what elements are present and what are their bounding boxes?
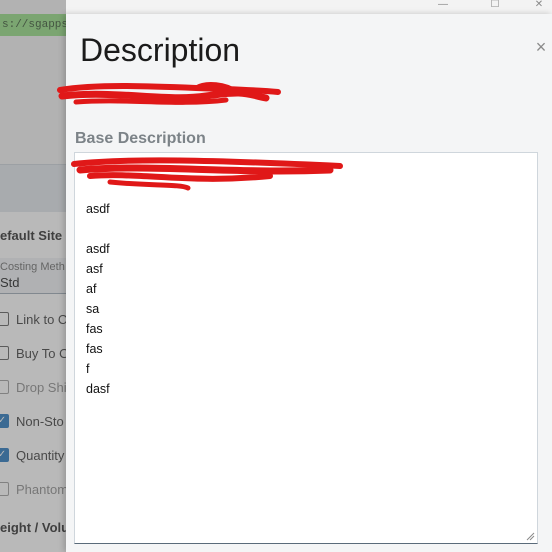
text-line: asdf (86, 242, 110, 256)
field-label-base-description: Base Description (75, 130, 206, 147)
base-description-textarea[interactable]: asdf asdf asf af sa fas fas f dasf (74, 152, 538, 544)
redaction-mark (57, 82, 281, 105)
text-line: sa (86, 302, 100, 316)
text-line: f (86, 362, 90, 376)
window-titlebar: — ☐ ✕ (0, 0, 552, 14)
text-line: asdf (86, 202, 110, 216)
text-line: dasf (86, 382, 110, 396)
redaction-mark (71, 157, 343, 191)
text-line: fas (86, 322, 103, 336)
maximize-icon[interactable]: ☐ (484, 0, 506, 12)
description-dialog: Description × Base Description asdf asdf… (57, 14, 552, 552)
close-window-icon[interactable]: ✕ (528, 0, 550, 12)
text-line: fas (86, 342, 103, 356)
dialog-title: Description (80, 32, 241, 68)
resize-handle-icon[interactable] (526, 532, 535, 541)
text-line (86, 219, 110, 239)
text-line: af (86, 282, 97, 296)
textarea-content: asdf asdf asf af sa fas fas f dasf (86, 199, 110, 399)
minimize-icon[interactable]: — (432, 0, 454, 12)
close-icon[interactable]: × (532, 38, 550, 56)
text-line: asf (86, 262, 103, 276)
